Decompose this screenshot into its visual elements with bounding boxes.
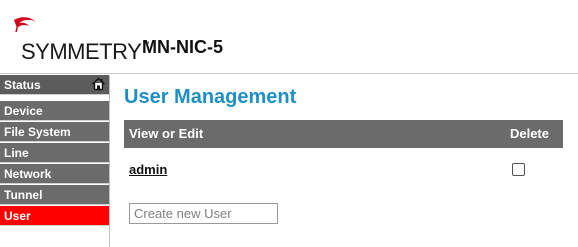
sidebar: Status Device File System Line Network T… <box>0 75 110 247</box>
users-table-header: View or Edit Delete <box>124 120 563 148</box>
sidebar-item-network[interactable]: Network <box>0 164 109 184</box>
sidebar-item-file-system[interactable]: File System <box>0 122 109 142</box>
delete-checkbox[interactable] <box>512 163 525 176</box>
symmetry-logo: SYMMETRY™ <box>10 14 149 64</box>
column-header-view-edit: View or Edit <box>129 126 204 141</box>
header-divider <box>0 73 578 74</box>
sidebar-item-status[interactable]: Status <box>0 75 109 95</box>
product-name: MN-NIC-5 <box>142 37 223 57</box>
logo-wordmark: SYMMETRY™ <box>21 39 149 64</box>
create-new-user-input[interactable] <box>129 203 278 224</box>
sidebar-item-label: Status <box>4 78 41 92</box>
sidebar-item-label: File System <box>4 125 71 139</box>
sidebar-item-line[interactable]: Line <box>0 143 109 163</box>
user-link-admin[interactable]: admin <box>129 162 167 177</box>
column-header-delete: Delete <box>509 126 549 141</box>
sidebar-item-label: User <box>4 209 31 223</box>
sidebar-item-label: Tunnel <box>4 188 43 202</box>
header: SYMMETRY™ MN-NIC-5 <box>0 0 578 74</box>
sidebar-item-device[interactable]: Device <box>0 101 109 121</box>
sidebar-item-tunnel[interactable]: Tunnel <box>0 185 109 205</box>
page-title: User Management <box>124 86 297 108</box>
sidebar-item-label: Device <box>4 104 43 118</box>
sidebar-item-label: Network <box>4 167 52 181</box>
home-icon[interactable] <box>91 77 106 91</box>
sidebar-item-user[interactable]: User <box>0 206 109 226</box>
sidebar-item-label: Line <box>4 146 29 160</box>
